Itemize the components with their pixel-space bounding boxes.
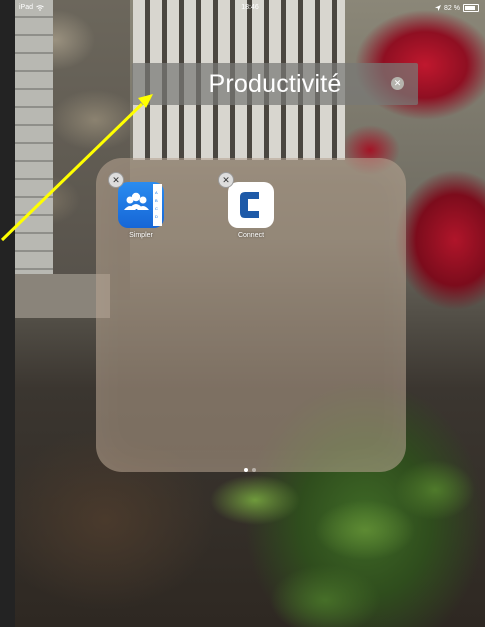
location-arrow-icon (435, 5, 442, 11)
app-connect[interactable]: ✕ Connect (218, 172, 281, 239)
svg-text:D: D (155, 214, 158, 219)
app-label: Simpler (129, 232, 153, 239)
page-dot-current (244, 468, 248, 472)
status-time: 18:46 (241, 4, 259, 11)
clear-text-button[interactable]: ✕ (391, 77, 404, 90)
app-label: Connect (237, 232, 265, 239)
page-indicator[interactable] (15, 459, 485, 477)
app-simpler[interactable]: A B C D ✕ Simpler (108, 172, 171, 239)
svg-text:B: B (155, 198, 158, 203)
contacts-people-icon[interactable]: A B C D ✕ (108, 172, 164, 228)
battery-icon (463, 4, 479, 12)
svg-text:A: A (155, 190, 158, 195)
status-bar: iPad 18:46 82 % (15, 0, 485, 16)
battery-percent: 82 % (444, 4, 460, 12)
folder-title[interactable]: Productivité (132, 70, 418, 99)
wallpaper-siding (15, 0, 53, 280)
folder-panel: A B C D ✕ Simpler ✕ Connect (96, 158, 406, 472)
folder-name-field[interactable]: Productivité ✕ (132, 63, 418, 105)
svg-text:C: C (155, 206, 158, 211)
delete-badge-icon[interactable]: ✕ (108, 172, 124, 188)
page-dot (252, 468, 256, 472)
screenshot-frame: iPad 18:46 82 % Productivité ✕ A B C D ✕… (0, 0, 485, 627)
status-right: 82 % (435, 4, 479, 12)
wallpaper-leaves (195, 460, 485, 627)
home-screen: iPad 18:46 82 % Productivité ✕ A B C D ✕… (15, 0, 485, 627)
delete-badge-icon[interactable]: ✕ (218, 172, 234, 188)
letter-c-icon[interactable]: ✕ (218, 172, 274, 228)
